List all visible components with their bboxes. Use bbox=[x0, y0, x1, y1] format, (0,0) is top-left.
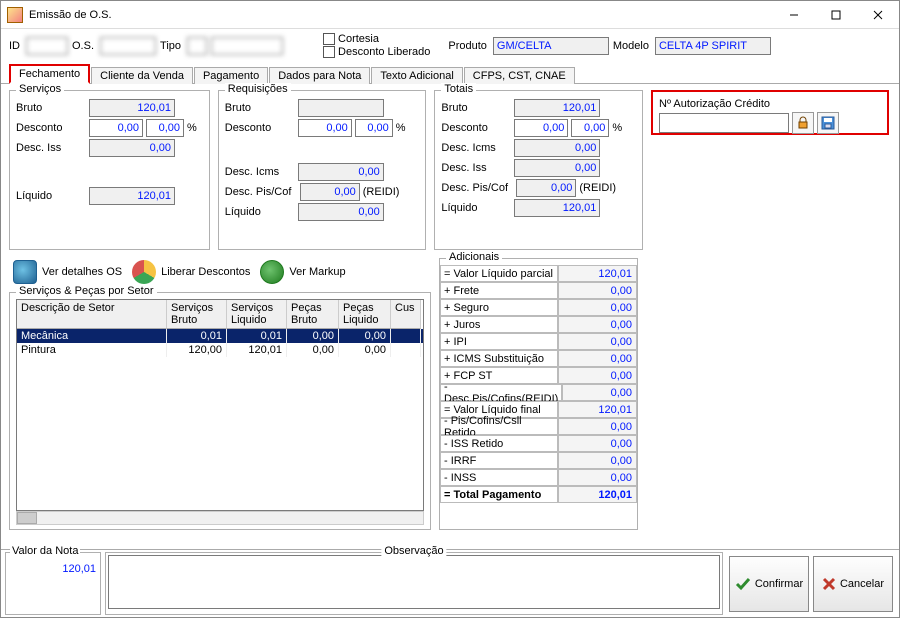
tipo-label: Tipo bbox=[160, 40, 181, 52]
servicos-desconto[interactable]: 0,00 bbox=[89, 119, 143, 137]
window-title: Emissão de O.S. bbox=[29, 9, 773, 21]
col-sb[interactable]: Serviços Bruto bbox=[167, 300, 227, 329]
id-label: ID bbox=[9, 40, 20, 52]
observacao-group: Observação bbox=[105, 552, 723, 615]
minimize-button[interactable] bbox=[773, 1, 815, 29]
table-row[interactable]: Mecânica 0,01 0,01 0,00 0,00 bbox=[17, 329, 423, 343]
x-icon bbox=[822, 577, 836, 591]
ad-value: 120,01 bbox=[558, 265, 637, 282]
col-descricao[interactable]: Descrição de Setor bbox=[17, 300, 167, 329]
bottom-bar: Valor da Nota 120,01 Observação Confirma… bbox=[1, 549, 899, 617]
tab-dados-nota[interactable]: Dados para Nota bbox=[269, 67, 370, 84]
col-sl[interactable]: Serviços Liquido bbox=[227, 300, 287, 329]
total-pagamento-label: = Total Pagamento bbox=[440, 486, 558, 503]
modelo-label: Modelo bbox=[613, 40, 649, 52]
id-field[interactable] bbox=[26, 37, 68, 55]
auth-credit-input[interactable] bbox=[659, 113, 789, 133]
header-form: ID O.S. Tipo Cortesia Desconto Liberado … bbox=[1, 29, 899, 60]
tab-cliente-venda[interactable]: Cliente da Venda bbox=[91, 67, 193, 84]
tab-pagamento[interactable]: Pagamento bbox=[194, 67, 268, 84]
maximize-button[interactable] bbox=[815, 1, 857, 29]
tab-fechamento[interactable]: Fechamento bbox=[9, 64, 90, 84]
tipo-field-1[interactable] bbox=[187, 37, 207, 55]
tot-bruto: 120,01 bbox=[514, 99, 600, 117]
markup-icon bbox=[260, 260, 284, 284]
adicionais-group: Adicionais = Valor Líquido parcial120,01… bbox=[439, 258, 638, 530]
req-desconto-pct[interactable]: 0,00 bbox=[355, 119, 393, 137]
tot-desc-icms: 0,00 bbox=[514, 139, 600, 157]
confirmar-button[interactable]: Confirmar bbox=[729, 556, 809, 612]
ver-markup-button[interactable]: Ver Markup bbox=[260, 260, 345, 284]
tot-desc-piscof: 0,00 bbox=[516, 179, 576, 197]
servicos-desc-iss: 0,00 bbox=[89, 139, 175, 157]
tot-desconto[interactable]: 0,00 bbox=[514, 119, 568, 137]
servicos-liquido: 120,01 bbox=[89, 187, 175, 205]
save-button[interactable] bbox=[817, 112, 839, 134]
servicos-desconto-pct[interactable]: 0,00 bbox=[146, 119, 184, 137]
detail-icon bbox=[13, 260, 37, 284]
col-pb[interactable]: Peças Bruto bbox=[287, 300, 339, 329]
ad-label: = Valor Líquido parcial bbox=[440, 265, 558, 282]
req-bruto bbox=[298, 99, 384, 117]
servicos-bruto: 120,01 bbox=[89, 99, 175, 117]
auth-frame: Nº Autorização Crédito bbox=[651, 90, 889, 135]
horizontal-scrollbar[interactable] bbox=[16, 511, 424, 525]
servicos-group: Serviços Bruto120,01 Desconto0,000,00% D… bbox=[9, 90, 210, 250]
total-pagamento-value: 120,01 bbox=[558, 486, 637, 503]
title-bar: Emissão de O.S. bbox=[1, 1, 899, 29]
req-liquido: 0,00 bbox=[298, 203, 384, 221]
table-row[interactable]: Pintura 120,00 120,01 0,00 0,00 bbox=[17, 343, 423, 357]
cancelar-button[interactable]: Cancelar bbox=[813, 556, 893, 612]
tot-liquido: 120,01 bbox=[514, 199, 600, 217]
col-pl[interactable]: Peças Liquido bbox=[339, 300, 391, 329]
cortesia-checkbox[interactable]: Cortesia bbox=[323, 33, 430, 45]
observacao-textarea[interactable] bbox=[108, 555, 720, 609]
tipo-field-2[interactable] bbox=[211, 37, 283, 55]
tab-bar: Fechamento Cliente da Venda Pagamento Da… bbox=[1, 64, 899, 84]
valor-nota-value: 120,01 bbox=[10, 563, 96, 575]
close-button[interactable] bbox=[857, 1, 899, 29]
setor-group: Serviços & Peças por Setor Descrição de … bbox=[9, 292, 431, 530]
totais-group: Totais Bruto120,01 Desconto0,000,00% Des… bbox=[434, 90, 643, 250]
liberar-descontos-button[interactable]: Liberar Descontos bbox=[132, 260, 250, 284]
requisicoes-group: Requisições Bruto Desconto0,000,00% Desc… bbox=[218, 90, 427, 250]
main-area: Serviços Bruto120,01 Desconto0,000,00% D… bbox=[1, 84, 899, 536]
discount-icon bbox=[132, 260, 156, 284]
app-icon bbox=[7, 7, 23, 23]
auth-label: Nº Autorização Crédito bbox=[659, 98, 881, 110]
req-desconto[interactable]: 0,00 bbox=[298, 119, 352, 137]
tot-desc-iss: 0,00 bbox=[514, 159, 600, 177]
desconto-liberado-checkbox[interactable]: Desconto Liberado bbox=[323, 46, 430, 58]
os-field[interactable] bbox=[100, 37, 156, 55]
ver-detalhes-button[interactable]: Ver detalhes OS bbox=[13, 260, 122, 284]
tab-texto-adicional[interactable]: Texto Adicional bbox=[371, 67, 462, 84]
req-desc-piscof: 0,00 bbox=[300, 183, 360, 201]
tot-desconto-pct[interactable]: 0,00 bbox=[571, 119, 609, 137]
produto-label: Produto bbox=[448, 40, 487, 52]
lock-button[interactable] bbox=[792, 112, 814, 134]
col-cus[interactable]: Cus bbox=[391, 300, 421, 329]
produto-field: GM/CELTA bbox=[493, 37, 609, 55]
tab-cfps[interactable]: CFPS, CST, CNAE bbox=[464, 67, 575, 84]
os-label: O.S. bbox=[72, 40, 94, 52]
modelo-field: CELTA 4P SPIRIT bbox=[655, 37, 771, 55]
valor-nota-group: Valor da Nota 120,01 bbox=[5, 552, 101, 615]
setor-table[interactable]: Descrição de Setor Serviços Bruto Serviç… bbox=[16, 299, 424, 511]
req-desc-icms: 0,00 bbox=[298, 163, 384, 181]
check-icon bbox=[735, 576, 751, 592]
